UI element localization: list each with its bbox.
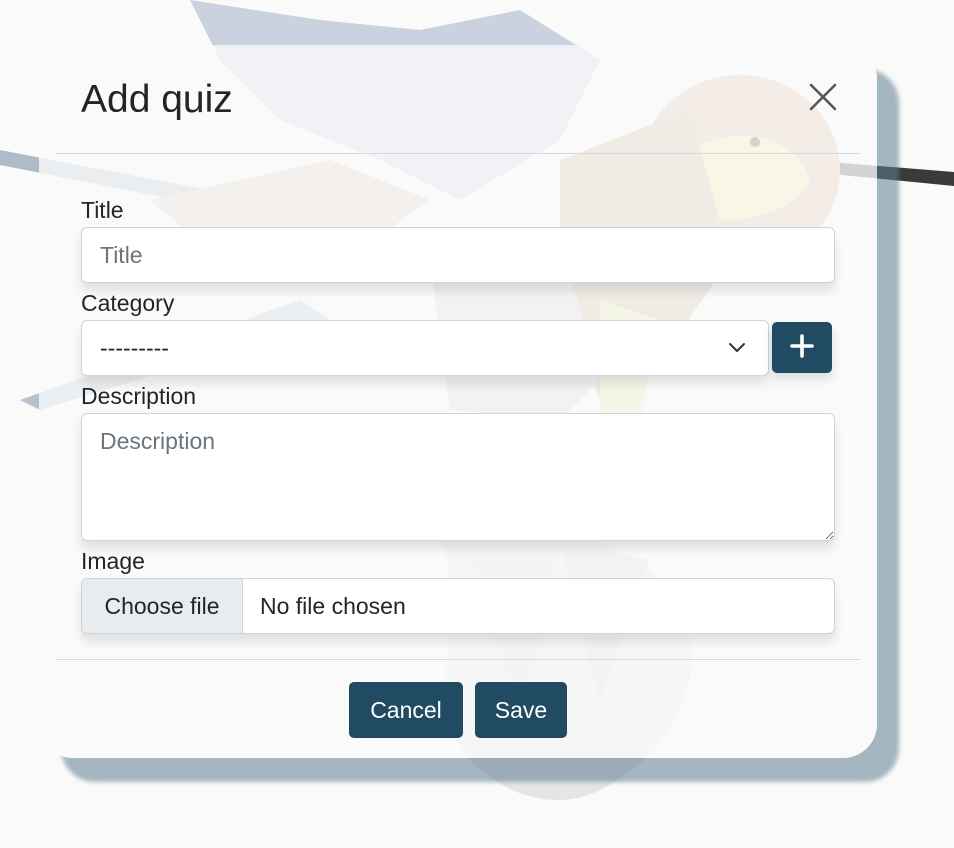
cancel-button[interactable]: Cancel [349, 682, 463, 738]
save-button[interactable]: Save [475, 682, 567, 738]
image-label: Image [81, 548, 145, 574]
dialog-title: Add quiz [81, 78, 233, 121]
chevron-down-icon [729, 343, 745, 352]
add-category-button[interactable] [772, 322, 832, 373]
file-status-text: No file chosen [260, 593, 406, 619]
image-file-input[interactable]: Choose file No file chosen [81, 578, 835, 634]
header-divider [56, 153, 860, 154]
choose-file-button[interactable]: Choose file [82, 579, 243, 633]
category-selected-value: --------- [100, 335, 169, 361]
title-input[interactable] [81, 227, 835, 283]
title-label: Title [81, 197, 124, 223]
category-select[interactable]: --------- [81, 320, 769, 376]
description-textarea[interactable] [81, 413, 835, 541]
category-label: Category [81, 290, 175, 316]
plus-icon [790, 334, 814, 358]
footer-divider [56, 659, 860, 660]
add-quiz-dialog: Add quiz Title Category --------- Descri… [39, 45, 877, 758]
close-icon [809, 83, 837, 111]
description-label: Description [81, 383, 197, 409]
dialog-header: Add quiz [39, 45, 877, 153]
close-button[interactable] [805, 79, 841, 115]
